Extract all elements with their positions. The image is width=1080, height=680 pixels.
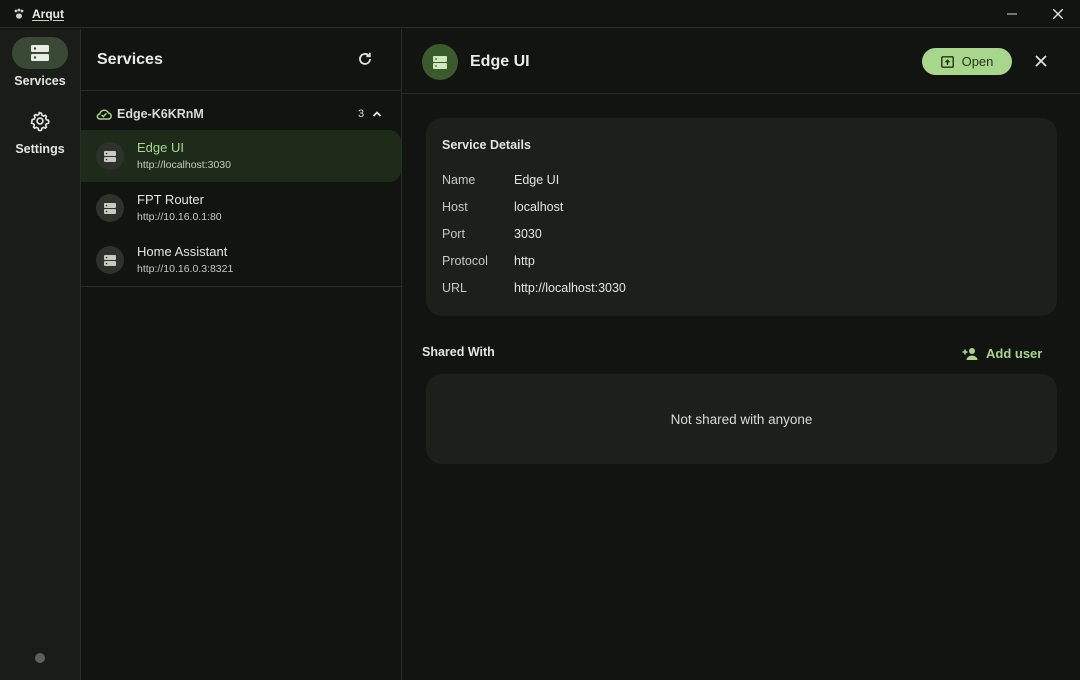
cloud-check-icon <box>96 107 112 125</box>
service-name: FPT Router <box>137 192 204 207</box>
add-user-button[interactable]: Add user <box>962 342 1042 364</box>
service-item-fpt-router[interactable]: FPT Router http://10.16.0.1:80 <box>81 182 401 234</box>
service-url: http://10.16.0.1:80 <box>137 211 222 223</box>
panel-title: Services <box>97 51 163 68</box>
service-details-card: Service Details Name Edge UI Host localh… <box>426 118 1057 316</box>
detail-title: Edge UI <box>470 53 530 70</box>
connection-status-dot <box>35 653 45 663</box>
detail-key-protocol: Protocol <box>442 254 488 268</box>
services-panel-header: Services <box>81 29 401 91</box>
card-title: Service Details <box>442 138 531 152</box>
nav-label: Services <box>14 74 66 88</box>
open-button[interactable]: Open <box>922 48 1012 75</box>
nav-item-settings-indicator <box>12 105 68 137</box>
detail-value-protocol: http <box>514 254 535 268</box>
shared-with-title: Shared With <box>422 345 495 359</box>
detail-key-port: Port <box>442 227 465 241</box>
close-icon <box>1035 55 1047 67</box>
detail-value-port: 3030 <box>514 227 542 241</box>
server-icon <box>104 202 116 214</box>
shared-with-card: Not shared with anyone <box>426 374 1057 464</box>
person-add-icon <box>962 347 978 360</box>
list-divider <box>81 286 401 287</box>
service-url: http://localhost:3030 <box>137 159 231 171</box>
detail-key-url: URL <box>442 281 468 295</box>
detail-value-url: http://localhost:3030 <box>514 281 626 295</box>
server-icon <box>104 150 116 162</box>
server-icon <box>433 55 447 69</box>
service-avatar <box>96 246 124 274</box>
open-in-new-icon <box>940 55 954 68</box>
group-count: 3 <box>358 108 365 120</box>
service-detail-panel: Edge UI Open Service Details Name Edge U… <box>402 29 1080 680</box>
gear-icon <box>30 111 50 132</box>
services-panel: Services Edge-K6KRnM 3 Edge UI http://lo… <box>81 29 402 680</box>
service-name: Edge UI <box>137 140 184 155</box>
detail-value-host: localhost <box>514 200 564 214</box>
group-header-edge[interactable]: Edge-K6KRnM 3 <box>81 97 401 131</box>
app-title: Arqut <box>32 6 64 21</box>
close-icon <box>1053 9 1063 19</box>
service-item-home-assistant[interactable]: Home Assistant http://10.16.0.3:8321 <box>81 234 401 286</box>
minimize-icon <box>1007 13 1017 15</box>
nav-item-services[interactable]: Services <box>0 37 80 88</box>
service-url: http://10.16.0.3:8321 <box>137 263 234 275</box>
service-name: Home Assistant <box>137 244 228 259</box>
nav-rail: Services Settings <box>0 29 81 680</box>
close-detail-button[interactable] <box>1030 50 1052 72</box>
add-user-label: Add user <box>986 345 1043 361</box>
title-bar: Arqut <box>0 0 1080 28</box>
server-icon <box>31 45 49 61</box>
service-avatar <box>96 142 124 170</box>
nav-label: Settings <box>15 142 65 156</box>
window-close-button[interactable] <box>1035 0 1080 28</box>
minimize-button[interactable] <box>989 0 1035 28</box>
chevron-up-icon <box>371 107 383 125</box>
detail-avatar <box>422 44 458 80</box>
open-button-label: Open <box>961 54 994 69</box>
service-item-edge-ui[interactable]: Edge UI http://localhost:3030 <box>81 130 401 182</box>
detail-key-name: Name <box>442 173 476 187</box>
detail-key-host: Host <box>442 200 468 214</box>
service-avatar <box>96 194 124 222</box>
empty-state-message: Not shared with anyone <box>670 412 813 427</box>
paw-icon <box>12 7 26 21</box>
refresh-button[interactable] <box>353 47 377 71</box>
detail-value-name: Edge UI <box>514 173 560 187</box>
refresh-icon <box>359 52 371 65</box>
nav-item-services-indicator <box>12 37 68 69</box>
server-icon <box>104 254 116 266</box>
nav-item-settings[interactable]: Settings <box>0 105 80 156</box>
group-name: Edge-K6KRnM <box>117 107 204 121</box>
detail-header: Edge UI Open <box>402 29 1080 94</box>
